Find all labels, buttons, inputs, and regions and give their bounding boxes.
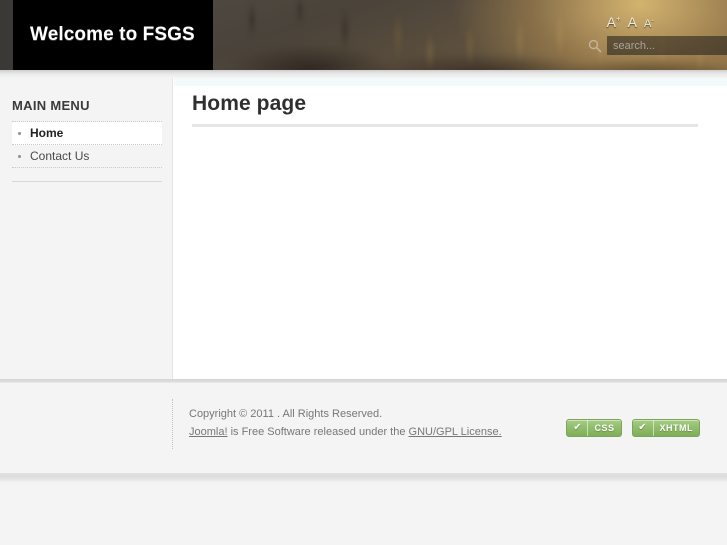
- font-size-decrease-sup: -: [651, 15, 654, 25]
- page-title: Home page: [192, 92, 307, 115]
- sidebar: MAIN MENU Home Contact Us: [0, 78, 173, 379]
- footer-bottom-rule: [0, 473, 727, 482]
- search-input[interactable]: [607, 36, 727, 55]
- copyright-line: Copyright © 2011 . All Rights Reserved.: [189, 408, 383, 420]
- header-left-strip: [0, 0, 13, 70]
- joomla-link[interactable]: Joomla!: [189, 426, 228, 438]
- search-area: [587, 36, 727, 55]
- site-footer: Copyright © 2011 . All Rights Reserved. …: [0, 383, 727, 473]
- bullet-icon: [18, 131, 21, 135]
- check-icon: ✔: [633, 420, 654, 436]
- magnifier-icon: [587, 38, 603, 54]
- footer-dotted-divider: [172, 399, 174, 449]
- font-size-decrease-button[interactable]: A-: [644, 15, 654, 31]
- xhtml-validation-badge[interactable]: ✔ XHTML: [631, 419, 700, 437]
- page-tail: [0, 482, 727, 545]
- sidebar-item-home-label: Home: [30, 126, 64, 140]
- license-line: Joomla! is Free Software released under …: [189, 423, 502, 441]
- content-top-tint: [174, 78, 727, 86]
- sidebar-item-contact-us-label: Contact Us: [30, 149, 90, 163]
- font-size-normal-button[interactable]: A: [628, 15, 637, 29]
- sidebar-item-contact-us[interactable]: Contact Us: [12, 145, 162, 168]
- gnu-gpl-license-link[interactable]: GNU/GPL License.: [409, 426, 502, 438]
- sidebar-item-home[interactable]: Home: [12, 122, 162, 145]
- font-size-controls: A+ A A-: [607, 15, 654, 31]
- main-menu-title: MAIN MENU: [12, 98, 90, 113]
- bullet-icon: [18, 154, 21, 158]
- site-logo[interactable]: Welcome to FSGS: [13, 0, 213, 70]
- css-validation-badge[interactable]: ✔ CSS: [566, 419, 622, 437]
- css-badge-label: CSS: [594, 423, 615, 433]
- footer-text: Copyright © 2011 . All Rights Reserved. …: [189, 405, 502, 441]
- main-menu-list: Home Contact Us: [12, 121, 162, 168]
- license-middle-text: is Free Software released under the: [227, 426, 409, 438]
- site-header: Welcome to FSGS A+ A A-: [0, 0, 727, 70]
- main-body: MAIN MENU Home Contact Us Home page: [0, 78, 727, 379]
- content-area: Home page: [174, 78, 727, 379]
- page-root: Welcome to FSGS A+ A A- MAIN MENU: [0, 0, 727, 545]
- xhtml-badge-label: XHTML: [659, 423, 693, 433]
- site-logo-text: Welcome to FSGS: [30, 24, 195, 45]
- validation-badges: ✔ CSS ✔ XHTML: [566, 419, 700, 437]
- font-size-increase-sup: +: [615, 14, 621, 24]
- sidebar-inner: MAIN MENU Home Contact Us: [0, 78, 172, 182]
- check-icon: ✔: [567, 420, 589, 436]
- sidebar-divider: [12, 181, 162, 182]
- header-bottom-shadow: [0, 70, 727, 78]
- font-size-increase-label: A: [606, 14, 616, 30]
- font-size-increase-button[interactable]: A+: [607, 15, 621, 29]
- page-title-rule: [192, 124, 698, 127]
